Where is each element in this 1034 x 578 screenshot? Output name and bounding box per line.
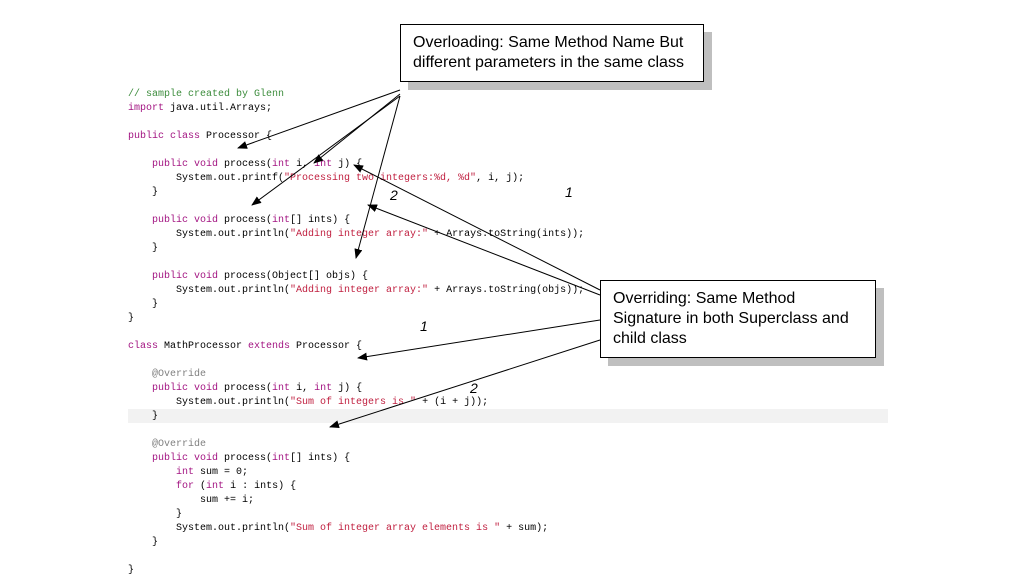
callout-overriding: Overriding: Same Method Signature in bot… [600,280,876,358]
code-block: // sample created by Glenn import java.u… [128,88,584,578]
callout-overloading-text: Overloading: Same Method Name But differ… [413,34,684,71]
callout-overriding-text: Overriding: Same Method Signature in bot… [613,290,849,347]
arrow-label-1b: 1 [420,318,428,334]
callout-overloading: Overloading: Same Method Name But differ… [400,24,704,82]
arrow-label-2a: 2 [390,187,398,203]
arrow-label-1a: 1 [565,184,573,200]
arrow-label-2b: 2 [470,380,478,396]
code-comment: // sample created by Glenn [128,89,284,100]
